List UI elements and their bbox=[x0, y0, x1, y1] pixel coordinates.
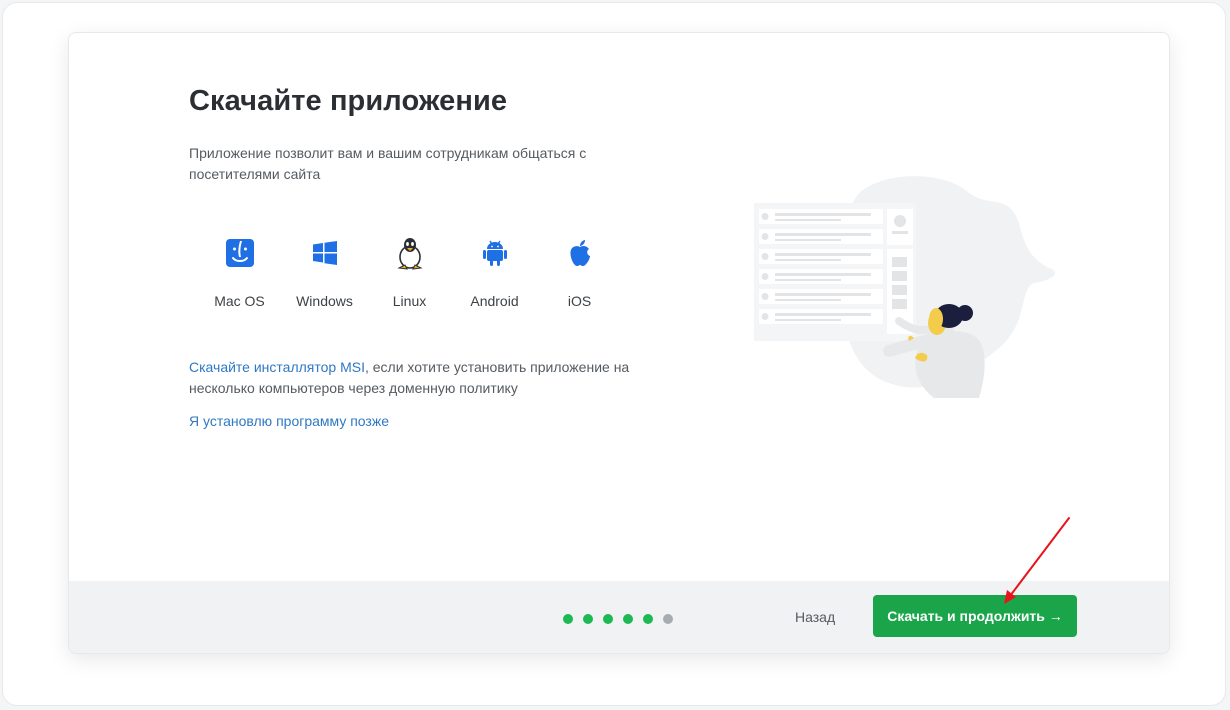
step-indicator bbox=[563, 614, 683, 624]
wizard-footer: Назад Скачать и продолжить → bbox=[69, 581, 1169, 653]
install-later-link[interactable]: Я установлю программу позже bbox=[189, 413, 389, 429]
step-dot bbox=[643, 614, 653, 624]
page-subtitle: Приложение позволит вам и вашим сотрудни… bbox=[189, 145, 587, 182]
platform-label: Linux bbox=[392, 293, 427, 309]
step-dot bbox=[603, 614, 613, 624]
platform-linux[interactable]: Linux bbox=[367, 235, 452, 309]
page-title: Скачайте приложение bbox=[189, 85, 508, 117]
onboarding-illustration bbox=[754, 176, 1056, 398]
msi-paragraph: Скачайте инсталлятор MSI, если хотите ус… bbox=[189, 357, 649, 399]
platform-ios[interactable]: iOS bbox=[537, 235, 622, 309]
platform-label: Mac OS bbox=[214, 293, 265, 309]
msi-download-link[interactable]: Скачайте инсталлятор MSI bbox=[189, 359, 365, 375]
platform-list: Mac OS Windows Linux Android iOS bbox=[197, 235, 622, 309]
download-and-continue-button[interactable]: Скачать и продолжить → bbox=[873, 595, 1077, 637]
finder-icon bbox=[225, 235, 254, 271]
platform-macos[interactable]: Mac OS bbox=[197, 235, 282, 309]
onboarding-card: Скачайте приложение Приложение позволит … bbox=[68, 32, 1170, 654]
platform-label: Windows bbox=[296, 293, 353, 309]
android-icon bbox=[482, 235, 507, 271]
apple-icon bbox=[568, 235, 592, 271]
platform-android[interactable]: Android bbox=[452, 235, 537, 309]
platform-label: iOS bbox=[567, 293, 592, 309]
step-dot bbox=[583, 614, 593, 624]
back-button[interactable]: Назад bbox=[795, 609, 835, 625]
step-dot-current bbox=[663, 614, 673, 624]
windows-icon bbox=[312, 235, 337, 271]
platform-label: Android bbox=[470, 293, 519, 309]
step-dot bbox=[563, 614, 573, 624]
step-dot bbox=[623, 614, 633, 624]
platform-windows[interactable]: Windows bbox=[282, 235, 367, 309]
linux-penguin-icon bbox=[395, 235, 425, 271]
